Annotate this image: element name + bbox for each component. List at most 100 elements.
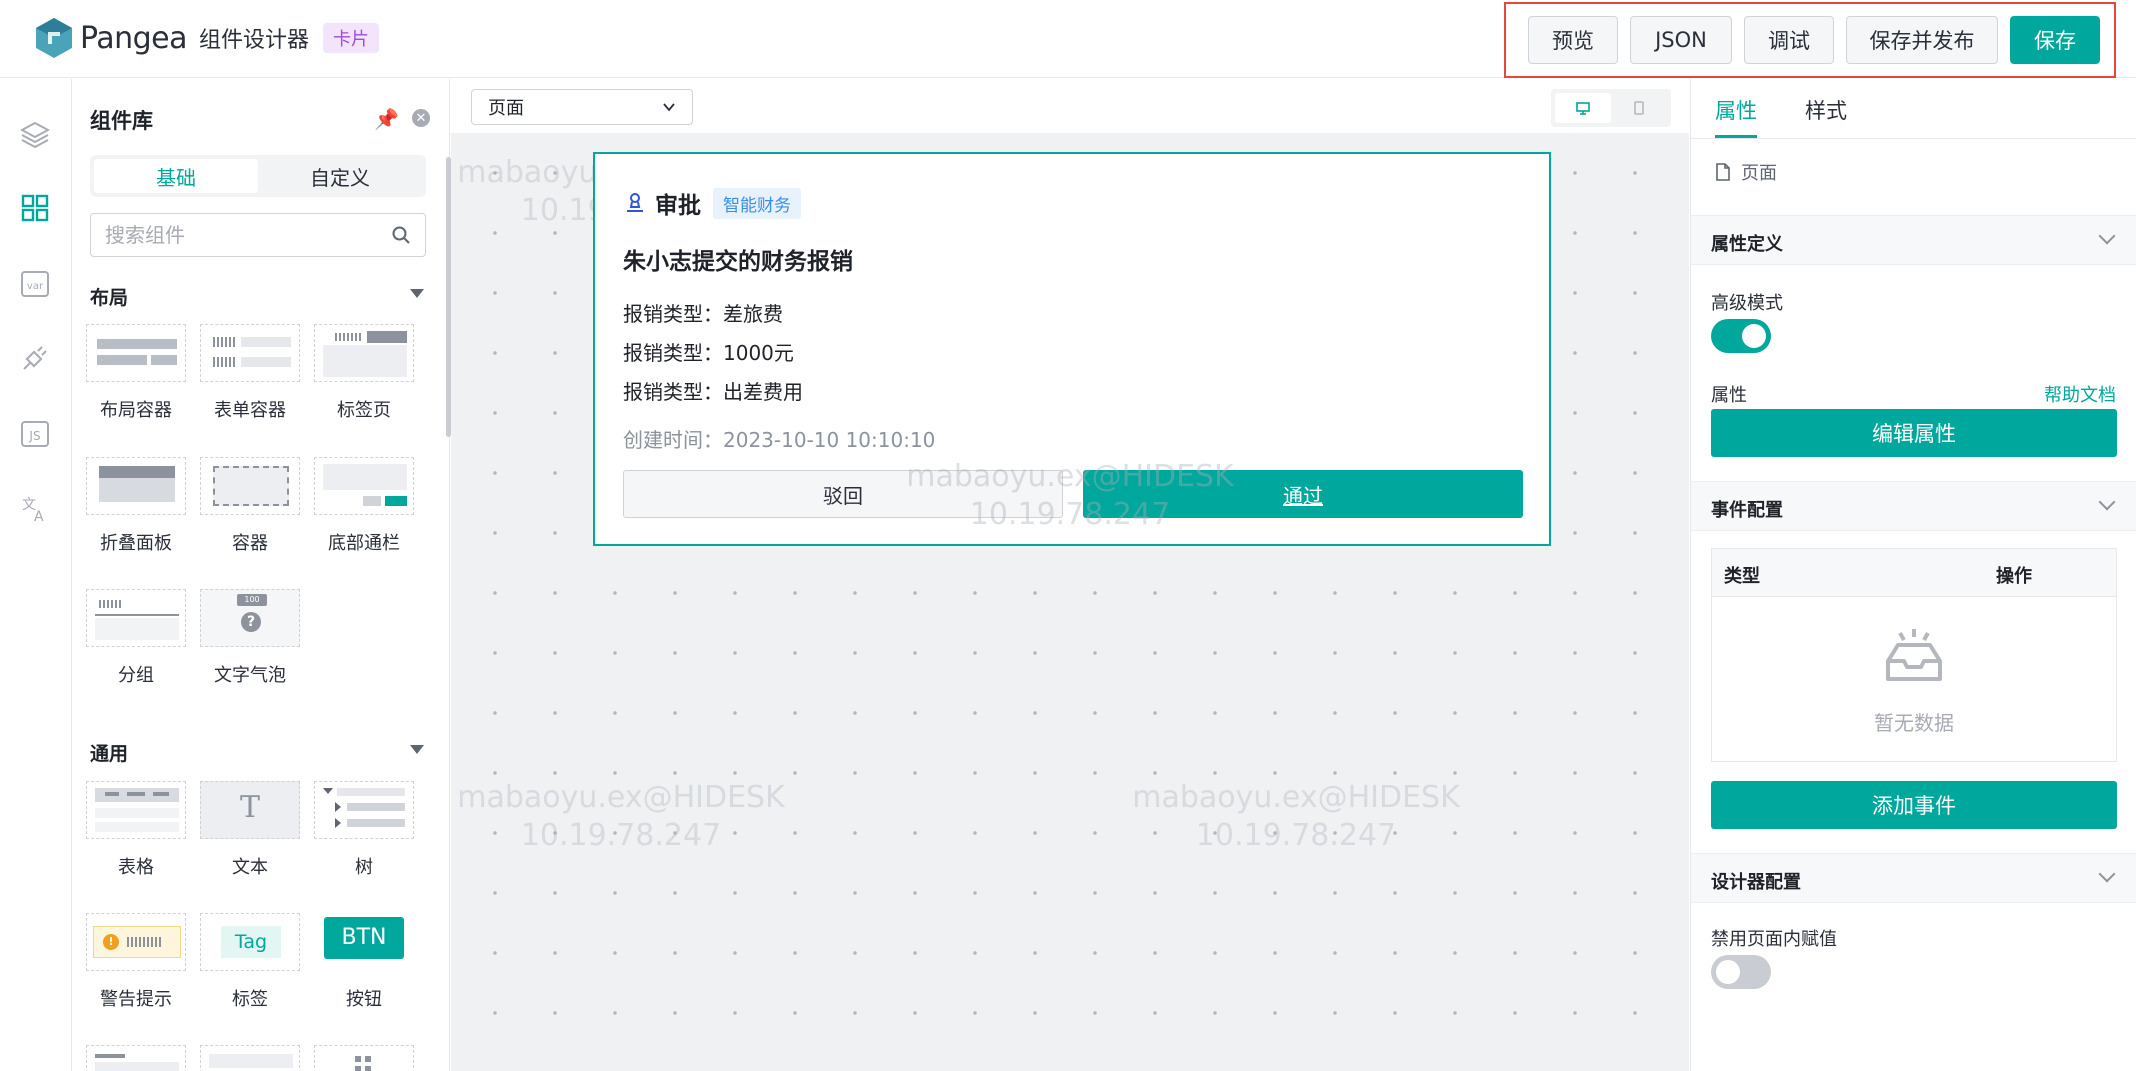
tab-custom[interactable]: 自定义 — [258, 159, 422, 193]
variable-icon[interactable]: var — [18, 267, 52, 301]
component-layout-container[interactable]: 布局容器 — [84, 324, 188, 422]
collapse-triangle-icon — [410, 289, 424, 298]
device-toggle — [1551, 89, 1671, 127]
component-text[interactable]: T 文本 — [198, 781, 302, 879]
component-table[interactable]: 表格 — [84, 781, 188, 879]
disable-assign-switch[interactable] — [1711, 955, 1771, 989]
mode-badge: 卡片 — [323, 23, 380, 53]
page-icon — [1716, 163, 1730, 181]
debug-button[interactable]: 调试 — [1744, 16, 1834, 64]
card-field: 报销类型：差旅费 — [623, 302, 783, 326]
component-form-container[interactable]: 表单容器 — [198, 324, 302, 422]
component-tree[interactable]: 树 — [312, 781, 416, 879]
component-button[interactable]: BTN 按钮 — [312, 913, 416, 1011]
section-events[interactable]: 事件配置 — [1691, 481, 2136, 531]
save-button[interactable]: 保存 — [2010, 16, 2100, 64]
group-common-header[interactable]: 通用 — [90, 739, 424, 766]
group-common-title: 通用 — [90, 743, 129, 765]
help-doc-link[interactable]: 帮助文档 — [2044, 381, 2116, 407]
library-title: 组件库 — [90, 109, 153, 133]
desktop-icon — [1576, 102, 1590, 115]
components-grid-icon[interactable] — [18, 191, 52, 225]
component-search-input[interactable] — [105, 223, 391, 247]
translate-icon[interactable]: 文A — [18, 491, 52, 525]
component-library-panel: 组件库 📌 ✕ 基础 自定义 布局 布局容器 表单容器 — [72, 79, 451, 1071]
logo: Pangea 组件设计器 卡片 — [34, 14, 380, 62]
component-tag[interactable]: Tag 标签 — [198, 913, 302, 1011]
card-tag: 智能财务 — [713, 187, 801, 219]
component-text-bubble[interactable]: 100 ? 文字气泡 — [198, 589, 302, 687]
plugin-icon[interactable] — [18, 341, 52, 375]
disable-assign-label: 禁用页面内赋值 — [1711, 929, 1837, 950]
tab-basic[interactable]: 基础 — [94, 159, 258, 193]
card-header: 审批 智能财务 — [623, 186, 801, 220]
close-icon[interactable]: ✕ — [412, 109, 430, 127]
reject-button[interactable]: 驳回 — [623, 470, 1063, 518]
tab-style[interactable]: 样式 — [1805, 95, 1847, 125]
component-search — [90, 213, 426, 257]
chevron-down-icon — [2098, 493, 2116, 511]
collapse-triangle-icon — [410, 745, 424, 754]
component-tabs[interactable]: 标签页 — [312, 324, 416, 422]
card-field: 报销类型：1000元 — [623, 341, 794, 365]
page-select-value: 页面 — [488, 98, 524, 119]
attr-label: 属性 — [1711, 385, 1747, 406]
logo-text: Pangea — [80, 20, 188, 56]
edit-attr-button[interactable]: 编辑属性 — [1711, 409, 2117, 457]
group-layout-header[interactable]: 布局 — [90, 283, 424, 310]
col-type: 类型 — [1724, 566, 1760, 587]
card-created-time: 创建时间：2023-10-10 10:10:10 — [623, 428, 936, 452]
component-alert[interactable]: ! 警告提示 — [84, 913, 188, 1011]
approval-card[interactable]: 审批 智能财务 朱小志提交的财务报销 报销类型：差旅费 报销类型：1000元 报… — [593, 152, 1551, 546]
chevron-down-icon — [663, 103, 675, 112]
component-partial-2[interactable] — [198, 1045, 302, 1071]
card-head-title: 审批 — [655, 193, 701, 219]
mobile-view-button[interactable] — [1611, 93, 1667, 123]
tab-properties[interactable]: 属性 — [1715, 95, 1757, 125]
component-footer-bar[interactable]: 底部通栏 — [312, 457, 416, 555]
component-partial-1[interactable] — [84, 1045, 188, 1071]
svg-text:JS: JS — [28, 429, 40, 443]
json-button[interactable]: JSON — [1630, 16, 1732, 64]
breadcrumb-page: 页面 — [1741, 163, 1777, 184]
component-collapse-panel[interactable]: 折叠面板 — [84, 457, 188, 555]
component-container[interactable]: 容器 — [198, 457, 302, 555]
group-layout-title: 布局 — [90, 287, 129, 309]
app-header: Pangea 组件设计器 卡片 预览 JSON 调试 保存并发布 保存 — [0, 0, 2136, 78]
empty-inbox-icon — [1886, 629, 1942, 681]
svg-text:var: var — [27, 281, 44, 292]
breadcrumb: 页面 — [1715, 159, 1777, 185]
left-rail: var JS 文A — [0, 79, 72, 1071]
library-tabs: 基础 自定义 — [90, 155, 426, 197]
js-icon[interactable]: JS — [18, 417, 52, 451]
component-partial-3[interactable] — [312, 1045, 416, 1071]
properties-panel: 属性 样式 页面 属性定义 高级模式 属性 帮助文档 编辑属性 事件配置 类型 … — [1690, 79, 2136, 1071]
save-publish-button[interactable]: 保存并发布 — [1846, 16, 1998, 64]
pangea-logo-icon — [34, 16, 74, 60]
preview-button[interactable]: 预览 — [1528, 16, 1618, 64]
properties-tabs: 属性 样式 — [1691, 79, 2136, 139]
canvas-toolbar: 页面 — [451, 79, 1689, 133]
app-title: 组件设计器 — [199, 28, 310, 53]
mobile-icon — [1634, 101, 1644, 115]
empty-text: 暂无数据 — [1874, 711, 1954, 735]
active-tab-indicator — [1715, 135, 1757, 138]
desktop-view-button[interactable] — [1555, 93, 1611, 123]
page-select[interactable]: 页面 — [471, 89, 693, 125]
card-field: 报销类型：出差费用 — [623, 380, 803, 404]
advanced-mode-switch[interactable] — [1711, 319, 1771, 353]
card-title: 朱小志提交的财务报销 — [623, 249, 853, 275]
layers-icon[interactable] — [18, 117, 52, 151]
section-designer[interactable]: 设计器配置 — [1691, 853, 2136, 903]
add-event-button[interactable]: 添加事件 — [1711, 781, 2117, 829]
approve-button[interactable]: 通过 — [1083, 470, 1523, 518]
component-group[interactable]: 分组 — [84, 589, 188, 687]
header-toolbar: 预览 JSON 调试 保存并发布 保存 — [1504, 2, 2116, 78]
search-icon[interactable] — [391, 225, 411, 245]
events-table-header: 类型 操作 — [1712, 549, 2116, 597]
svg-text:A: A — [34, 509, 44, 523]
events-table: 类型 操作 暂无数据 — [1711, 548, 2117, 762]
pin-icon[interactable]: 📌 — [374, 107, 399, 131]
section-attr-def[interactable]: 属性定义 — [1691, 215, 2136, 265]
empty-state: 暂无数据 — [1712, 597, 2116, 761]
